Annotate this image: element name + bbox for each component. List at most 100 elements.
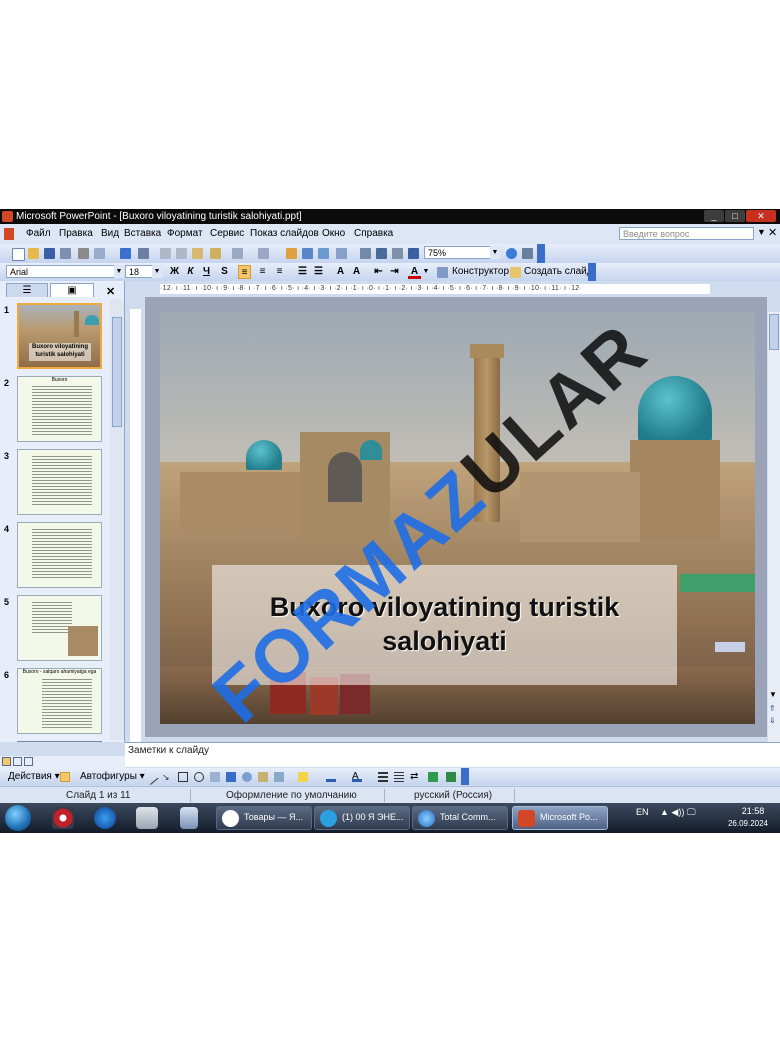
normal-view-icon[interactable]: [2, 757, 11, 766]
save-icon[interactable]: [44, 248, 55, 259]
slide-title[interactable]: Buxoro viloyatining turistik salohiyati: [212, 590, 677, 658]
notes-placeholder[interactable]: Заметки к слайду: [128, 745, 209, 756]
tab-slides[interactable]: ▣: [50, 283, 94, 297]
menu-view[interactable]: Вид: [101, 228, 119, 240]
draw-font-color-icon[interactable]: A: [352, 772, 362, 782]
line-icon[interactable]: [143, 770, 159, 785]
bullets-button[interactable]: ☰: [312, 265, 325, 279]
increase-font-button[interactable]: A: [334, 265, 347, 279]
document-icon[interactable]: [4, 228, 14, 240]
research-icon[interactable]: [138, 248, 149, 259]
status-design[interactable]: Оформление по умолчанию: [226, 790, 357, 802]
insert-table-icon[interactable]: [302, 248, 313, 259]
insert-chart-icon[interactable]: [286, 248, 297, 259]
zoom-dropdown-icon[interactable]: ▼: [490, 246, 500, 259]
actions-menu[interactable]: Действия ▾: [8, 771, 60, 783]
tab-outline[interactable]: ☰: [6, 283, 48, 297]
hyperlink-icon[interactable]: [336, 248, 347, 259]
close-button[interactable]: ✕: [746, 210, 776, 222]
tray-icons[interactable]: ▲ ◀)) 🖵: [660, 807, 696, 818]
slide-thumbnail-4[interactable]: 4: [0, 522, 110, 592]
slide-sorter-icon[interactable]: [13, 757, 22, 766]
line-color-icon[interactable]: [326, 772, 336, 782]
scroll-down-icon[interactable]: ▼: [769, 690, 777, 699]
copy-icon[interactable]: [176, 248, 187, 259]
expand-all-icon[interactable]: [360, 248, 371, 259]
toolbar-options-icon[interactable]: [537, 244, 545, 263]
print-preview-icon[interactable]: [94, 248, 105, 259]
menu-format[interactable]: Формат: [167, 228, 203, 240]
autoshapes-menu[interactable]: Автофигуры ▾: [80, 771, 145, 783]
open-folder-icon[interactable]: [28, 248, 39, 259]
slide-canvas[interactable]: Buxoro viloyatining turistik salohiyati: [160, 312, 755, 724]
spelling-icon[interactable]: [120, 248, 131, 259]
decrease-indent-button[interactable]: ⇤: [372, 265, 385, 279]
permission-icon[interactable]: [60, 248, 71, 259]
maximize-button[interactable]: □: [725, 210, 745, 222]
minimize-button[interactable]: _: [704, 210, 724, 222]
start-button[interactable]: [5, 805, 31, 831]
numbering-button[interactable]: ☰: [296, 265, 309, 279]
find-icon[interactable]: [522, 248, 533, 259]
language-indicator[interactable]: EN: [636, 807, 649, 817]
format-painter-icon[interactable]: [210, 248, 221, 259]
increase-indent-button[interactable]: ⇥: [388, 265, 401, 279]
decrease-font-button[interactable]: A: [350, 265, 363, 279]
slide-thumbnail-1[interactable]: 1 Buxoro viloyatining turistik salohiyat…: [0, 303, 110, 373]
oval-icon[interactable]: [194, 772, 204, 782]
arrow-style-icon[interactable]: ⇄: [410, 772, 420, 782]
task-powerpoint[interactable]: Microsoft Po...: [512, 806, 608, 830]
arrow-icon[interactable]: ↘: [162, 772, 172, 782]
diagram-icon[interactable]: [242, 772, 252, 782]
slide-thumbnail-7[interactable]: 7: [0, 741, 110, 742]
new-document-icon[interactable]: [12, 248, 25, 261]
menu-slideshow[interactable]: Показ слайдов: [250, 228, 319, 240]
document-close-icon[interactable]: ✕: [768, 226, 777, 239]
cut-icon[interactable]: [160, 248, 171, 259]
insert-picture-icon[interactable]: [274, 772, 284, 782]
clipart-icon[interactable]: [258, 772, 268, 782]
color-grayscale-icon[interactable]: [408, 248, 419, 259]
menu-window[interactable]: Окно: [322, 228, 345, 240]
print-icon[interactable]: [78, 248, 89, 259]
slide-thumbnail-3[interactable]: 3: [0, 449, 110, 519]
bold-button[interactable]: Ж: [168, 265, 181, 279]
slide-thumbnail-2[interactable]: 2 Buxoro: [0, 376, 110, 446]
font-size-select[interactable]: 18: [125, 265, 155, 278]
shadow-button[interactable]: S: [218, 265, 231, 279]
font-size-dropdown-icon[interactable]: ▼: [152, 265, 162, 278]
zoom-select[interactable]: 75%: [424, 246, 492, 259]
font-family-select[interactable]: Arial: [6, 265, 120, 278]
panel-scroll-thumb[interactable]: [112, 317, 122, 427]
show-grid-icon[interactable]: [392, 248, 403, 259]
task-total-commander[interactable]: Total Comm...: [412, 806, 508, 830]
fill-color-icon[interactable]: [298, 772, 308, 782]
help-icon[interactable]: [506, 248, 517, 259]
slideshow-icon[interactable]: [24, 757, 33, 766]
undo-icon[interactable]: [232, 248, 243, 259]
show-formatting-icon[interactable]: [376, 248, 387, 259]
task-yandex-browser[interactable]: Товары — Я...: [216, 806, 312, 830]
tables-borders-icon[interactable]: [318, 248, 329, 259]
next-slide-icon[interactable]: ⇓: [769, 716, 776, 725]
rectangle-icon[interactable]: [178, 772, 188, 782]
menu-edit[interactable]: Правка: [59, 228, 93, 240]
dash-style-icon[interactable]: [394, 772, 404, 782]
text-box-icon[interactable]: [210, 772, 220, 782]
opera-icon[interactable]: [52, 807, 74, 829]
notes-pane[interactable]: Заметки к слайду: [125, 742, 780, 767]
select-pointer-icon[interactable]: [60, 772, 70, 782]
redo-icon[interactable]: [258, 248, 269, 259]
font-dropdown-icon[interactable]: ▼: [114, 265, 124, 278]
slide-scrollbar[interactable]: ▼ ⇑ ⇓: [768, 312, 780, 742]
menu-tools[interactable]: Сервис: [210, 228, 244, 240]
shadow-style-icon[interactable]: [428, 772, 438, 782]
menu-help[interactable]: Справка: [354, 228, 393, 240]
italic-button[interactable]: К: [184, 265, 197, 279]
menu-file[interactable]: Файл: [26, 228, 51, 240]
align-right-button[interactable]: ≡: [273, 265, 286, 279]
font-color-dropdown-icon[interactable]: ▼: [421, 265, 431, 278]
align-center-button[interactable]: ≡: [256, 265, 269, 279]
slide-scroll-thumb[interactable]: [769, 314, 779, 350]
task-telegram[interactable]: (1) 00 Я ЭНЕ...: [314, 806, 410, 830]
